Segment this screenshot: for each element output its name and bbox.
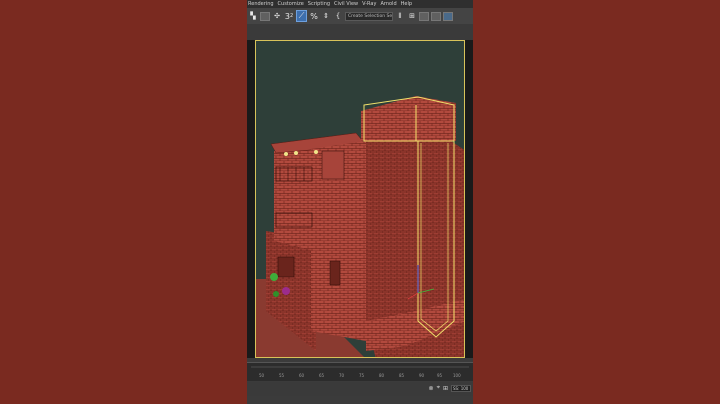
left-dark-bar	[247, 40, 255, 358]
percent-snap-button[interactable]: %	[309, 10, 319, 22]
tick-label: 95	[437, 373, 443, 378]
window-lower-left	[277, 256, 295, 278]
tick-label: 60	[299, 373, 305, 378]
right-dark-bar	[465, 40, 473, 358]
3ds-max-window: Rendering Customize Scripting Civil View…	[247, 0, 473, 404]
selection-set-dropdown[interactable]: Create Selection Se	[345, 11, 393, 21]
main-toolbar: ▚ ✣ 32 ⟋ % ⇕ { Create Selection Se ⫴ ⊞	[247, 8, 473, 24]
window-lower-front	[329, 260, 341, 286]
select-object-icon[interactable]	[260, 11, 270, 21]
menu-bar: Rendering Customize Scripting Civil View…	[247, 0, 473, 8]
isolate-icon[interactable]: ⌖	[437, 384, 440, 392]
menu-vray[interactable]: V-Ray	[361, 0, 379, 8]
lock-icon[interactable]: ⊗	[429, 385, 434, 392]
select-move-icon[interactable]: ▚	[248, 10, 258, 22]
perspective-viewport[interactable]	[255, 40, 465, 358]
plant-2	[282, 287, 290, 295]
building-upper-left-block	[274, 149, 316, 251]
tick-label: 70	[339, 373, 345, 378]
timeline-ticks	[251, 366, 469, 368]
menu-customize[interactable]: Customize	[277, 0, 307, 8]
menu-help[interactable]: Help	[400, 0, 415, 8]
status-bar: ⊗ ⌖ ⊞ SS: 100	[247, 382, 473, 396]
scene-explorer-icon[interactable]	[431, 11, 441, 21]
light-2	[294, 151, 298, 155]
mirror-icon[interactable]: ⫴	[395, 10, 405, 22]
move-icon[interactable]: ✣	[272, 10, 282, 22]
spinner-snap-icon[interactable]: ⇕	[321, 10, 331, 22]
tick-label: 65	[319, 373, 325, 378]
menu-civil-view[interactable]: Civil View	[333, 0, 361, 8]
menu-arnold[interactable]: Arnold	[379, 0, 399, 8]
tick-label: 90	[419, 373, 425, 378]
zoom-field[interactable]: SS: 100	[451, 384, 471, 392]
edit-named-selection-button[interactable]: {	[333, 10, 343, 22]
tick-label: 100	[453, 373, 461, 378]
menu-scripting[interactable]: Scripting	[307, 0, 333, 8]
light-3	[314, 150, 318, 154]
angle-snap-icon[interactable]: ⟋	[296, 10, 307, 22]
tick-label: 80	[379, 373, 385, 378]
tick-label: 75	[359, 373, 365, 378]
tick-label: 85	[399, 373, 405, 378]
plant-1	[270, 273, 278, 281]
viewport-nav-tools: ⊗ ⌖ ⊞ SS: 100	[429, 384, 471, 392]
frame-icon[interactable]: ⊞	[443, 385, 448, 392]
scene-render	[256, 41, 464, 357]
time-slider[interactable]: 50 55 60 65 70 75 80 85 90 95 100	[247, 362, 473, 381]
snap-toggle-button[interactable]: 32	[284, 10, 294, 22]
command-strip	[247, 24, 473, 40]
layer-explorer-icon[interactable]	[419, 11, 429, 21]
window-upper-front	[321, 150, 345, 180]
tick-label: 55	[279, 373, 285, 378]
tick-label: 50	[259, 373, 265, 378]
menu-rendering[interactable]: Rendering	[247, 0, 277, 8]
curve-editor-icon[interactable]	[443, 11, 453, 21]
plant-3	[273, 291, 279, 297]
snap-superscript: 2	[289, 13, 294, 19]
light-1	[284, 152, 288, 156]
align-icon[interactable]: ⊞	[407, 10, 417, 22]
